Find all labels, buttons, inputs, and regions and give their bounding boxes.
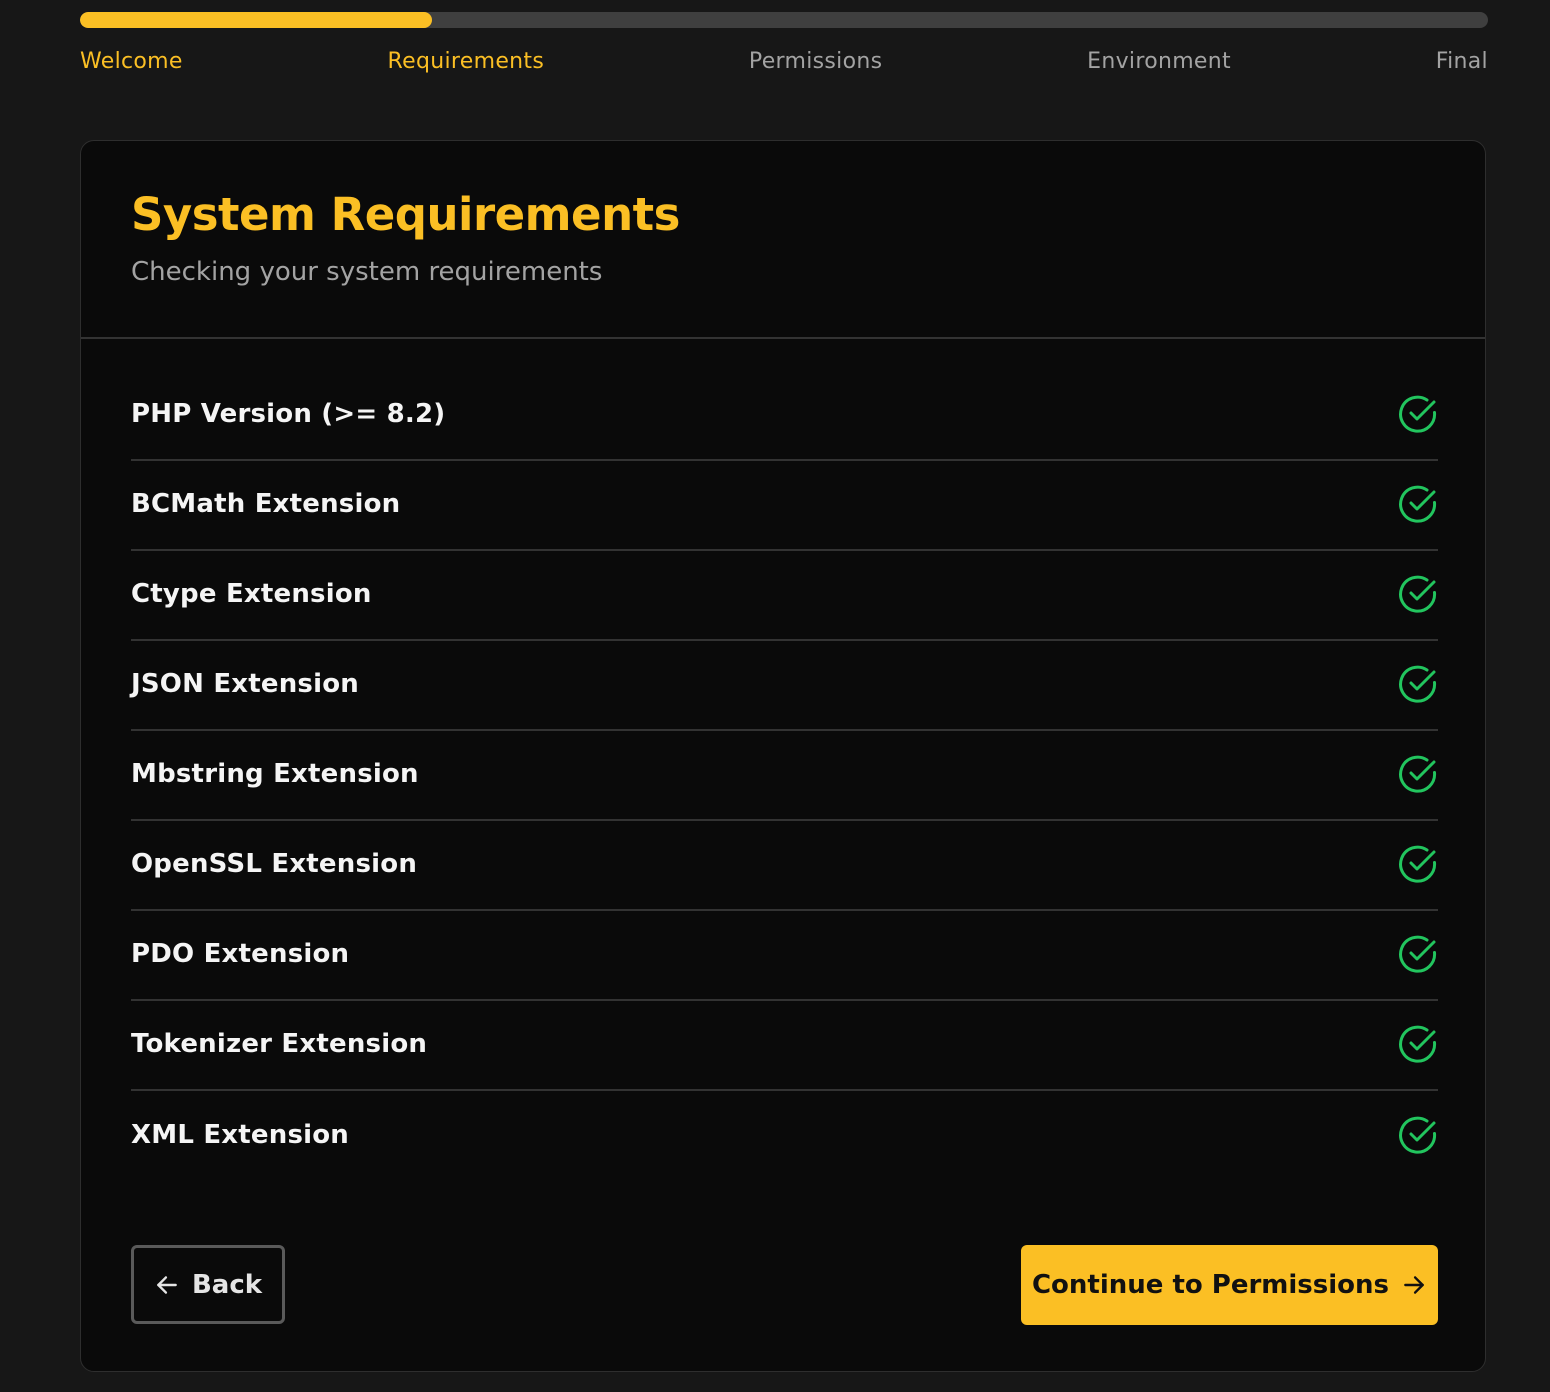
requirement-row: PHP Version (>= 8.2): [131, 371, 1438, 461]
progress-bar: [80, 12, 1488, 28]
step-requirements: Requirements: [387, 48, 545, 74]
requirement-label: PDO Extension: [131, 939, 350, 969]
check-circle-icon: [1399, 485, 1437, 523]
requirement-label: OpenSSL Extension: [131, 849, 418, 879]
continue-button[interactable]: Continue to Permissions: [1021, 1245, 1438, 1325]
step-environment: Environment: [1087, 48, 1231, 74]
arrow-left-icon: [157, 1275, 177, 1294]
requirement-label: XML Extension: [131, 1120, 350, 1150]
requirement-row: JSON Extension: [131, 641, 1438, 731]
requirement-label: Tokenizer Extension: [131, 1029, 428, 1059]
back-button[interactable]: Back: [131, 1245, 285, 1324]
check-circle-icon: [1399, 575, 1437, 613]
requirement-label: BCMath Extension: [131, 489, 401, 519]
page-title: System Requirements: [131, 188, 680, 241]
requirement-label: JSON Extension: [131, 669, 359, 699]
requirement-row: XML Extension: [131, 1091, 1438, 1181]
requirement-row: OpenSSL Extension: [131, 821, 1438, 911]
step-permissions: Permissions: [748, 48, 883, 74]
check-circle-icon: [1399, 935, 1437, 973]
page-subtitle: Checking your system requirements: [131, 257, 603, 287]
requirement-label: Ctype Extension: [131, 579, 372, 609]
requirement-row: Ctype Extension: [131, 551, 1438, 641]
requirement-row: Tokenizer Extension: [131, 1001, 1438, 1091]
check-circle-icon: [1399, 845, 1437, 883]
requirement-label: PHP Version (>= 8.2): [131, 399, 446, 429]
requirements-list: PHP Version (>= 8.2) BCMath Extension Ctyp…: [131, 371, 1438, 1181]
requirements-card: System Requirements Checking your system…: [80, 140, 1486, 1372]
card-header: System Requirements Checking your system…: [81, 141, 1485, 339]
check-circle-icon: [1399, 755, 1437, 793]
wizard-steps: Welcome Requirements Permissions Environ…: [80, 44, 1488, 78]
back-button-label: Back: [191, 1269, 263, 1300]
continue-button-label: Continue to Permissions: [1031, 1270, 1390, 1300]
requirement-row: PDO Extension: [131, 911, 1438, 1001]
check-circle-icon: [1399, 665, 1437, 703]
check-circle-icon: [1399, 1025, 1437, 1063]
arrow-right-icon: [1404, 1276, 1424, 1294]
step-welcome: Welcome: [80, 48, 183, 74]
check-circle-icon: [1399, 1116, 1437, 1154]
requirement-row: BCMath Extension: [131, 461, 1438, 551]
check-circle-icon: [1399, 395, 1437, 433]
step-final: Final: [1435, 48, 1488, 74]
requirement-row: Mbstring Extension: [131, 731, 1438, 821]
progress-bar-fill: [80, 12, 432, 28]
requirement-label: Mbstring Extension: [131, 759, 419, 789]
